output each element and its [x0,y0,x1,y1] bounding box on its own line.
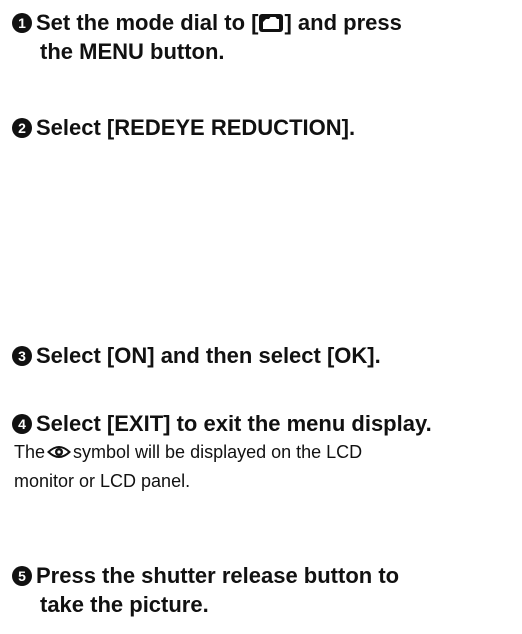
step-5-text-line2: take the picture. [40,592,209,617]
step-1-text-part1: Set the mode dial to [ [36,10,259,35]
step-5-text-line1: Press the shutter release button to [36,563,400,588]
step-1-text-part2: ] and press [284,10,402,35]
step-4-heading: 4 Select [EXIT] to exit the menu display. [12,409,517,438]
step-4-note-part1: The [14,442,46,462]
step-4-text: Select [EXIT] to exit the menu display. [36,411,432,436]
step-1-heading: 1 Set the mode dial to [ ] and press the M… [12,8,517,66]
step-number-4: 4 [12,414,32,434]
step-3-heading: 3 Select [ON] and then select [OK]. [12,341,517,370]
step-5: 5 Press the shutter release button to tak… [12,561,517,619]
eye-icon [47,446,71,458]
step-2-text: Select [REDEYE REDUCTION]. [36,115,356,140]
step-number-1: 1 [12,13,32,33]
step-4-note-line2: monitor or LCD panel. [14,471,191,491]
step-4-note-part2: symbol will be displayed on the LCD [73,442,363,462]
step-2: 2 Select [REDEYE REDUCTION]. [12,113,517,142]
step-1-text-line2: the MENU button. [40,39,225,64]
step-4: 4 Select [EXIT] to exit the menu display.… [12,409,517,496]
step-5-heading: 5 Press the shutter release button to tak… [12,561,517,619]
camera-icon [259,14,284,32]
step-number-2: 2 [12,118,32,138]
step-1: 1 Set the mode dial to [ ] and press the M… [12,8,517,66]
step-number-5: 5 [12,566,32,586]
step-3: 3 Select [ON] and then select [OK]. [12,341,517,370]
step-3-text: Select [ON] and then select [OK]. [36,343,381,368]
step-2-heading: 2 Select [REDEYE REDUCTION]. [12,113,517,142]
step-4-note: The symbol will be displayed on the LCD m… [14,438,517,496]
step-number-3: 3 [12,346,32,366]
